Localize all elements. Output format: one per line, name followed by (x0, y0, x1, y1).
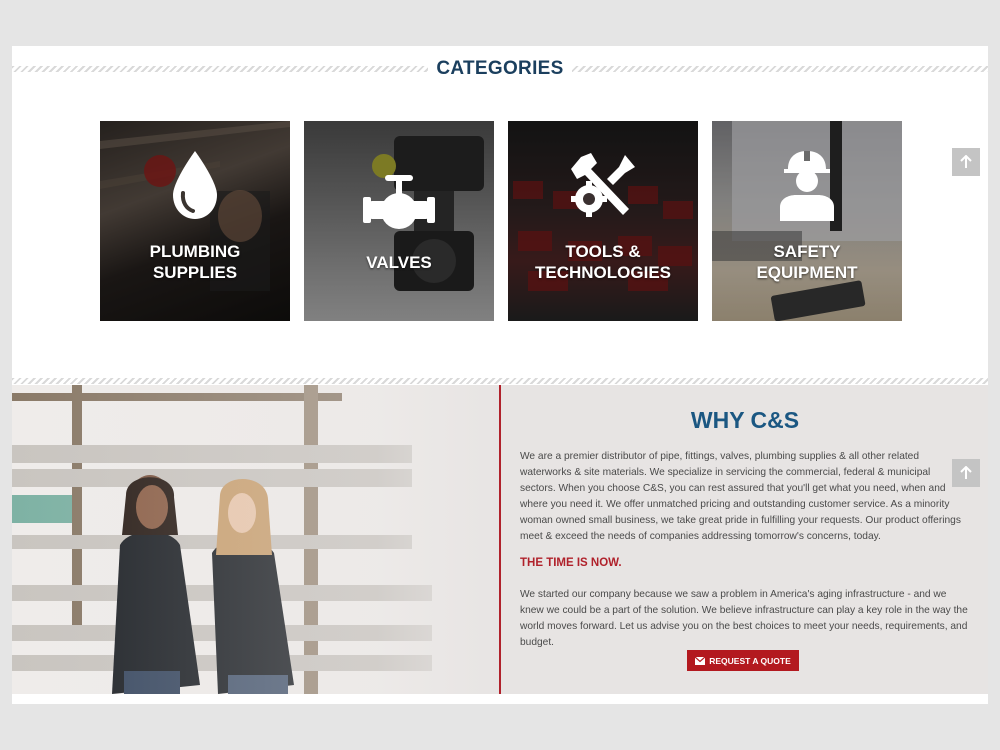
section-accent-line (499, 385, 501, 694)
why-paragraph-1: We are a premier distributor of pipe, fi… (520, 451, 961, 542)
why-paragraph-2: We started our company because we saw a … (520, 589, 968, 648)
hard-hat-worker-icon (780, 151, 834, 221)
section-divider (12, 378, 988, 384)
categories-title: CATEGORIES (12, 58, 988, 80)
category-label-valves: VALVES (366, 253, 432, 272)
team-photo (12, 385, 500, 694)
why-section: WHY C&S We are a premier distributor of … (12, 385, 988, 694)
valve-icon (363, 175, 435, 229)
request-quote-label: REQUEST A QUOTE (709, 655, 791, 666)
category-cards: PLUMBING SUPPLIES VALVES TOOLS & TECHNOL… (100, 121, 902, 321)
arrow-up-icon (960, 466, 972, 479)
category-label-tools: TOOLS & TECHNOLOGIES (534, 242, 671, 282)
page-content: CATEGORIES PLUMBING SUPPLIES VALVES TOOL… (12, 46, 988, 704)
tools-icon (571, 153, 635, 217)
category-label-plumbing: PLUMBING SUPPLIES (149, 242, 241, 282)
category-card-plumbing[interactable]: PLUMBING SUPPLIES (100, 121, 290, 321)
scroll-top-button[interactable] (952, 148, 980, 176)
why-subtitle: THE TIME IS NOW. (520, 557, 622, 569)
arrow-up-icon (960, 155, 972, 168)
envelope-icon (695, 656, 706, 665)
why-title: WHY C&S (690, 407, 800, 433)
category-card-valves[interactable]: VALVES (304, 121, 494, 321)
category-label-safety: SAFETY EQUIPMENT (756, 242, 858, 282)
category-card-safety[interactable]: SAFETY EQUIPMENT (712, 121, 902, 321)
category-card-tools[interactable]: TOOLS & TECHNOLOGIES (508, 121, 698, 321)
request-quote-button[interactable]: REQUEST A QUOTE (687, 650, 799, 671)
water-drop-icon (173, 151, 217, 219)
scroll-top-button-2[interactable] (952, 459, 980, 487)
